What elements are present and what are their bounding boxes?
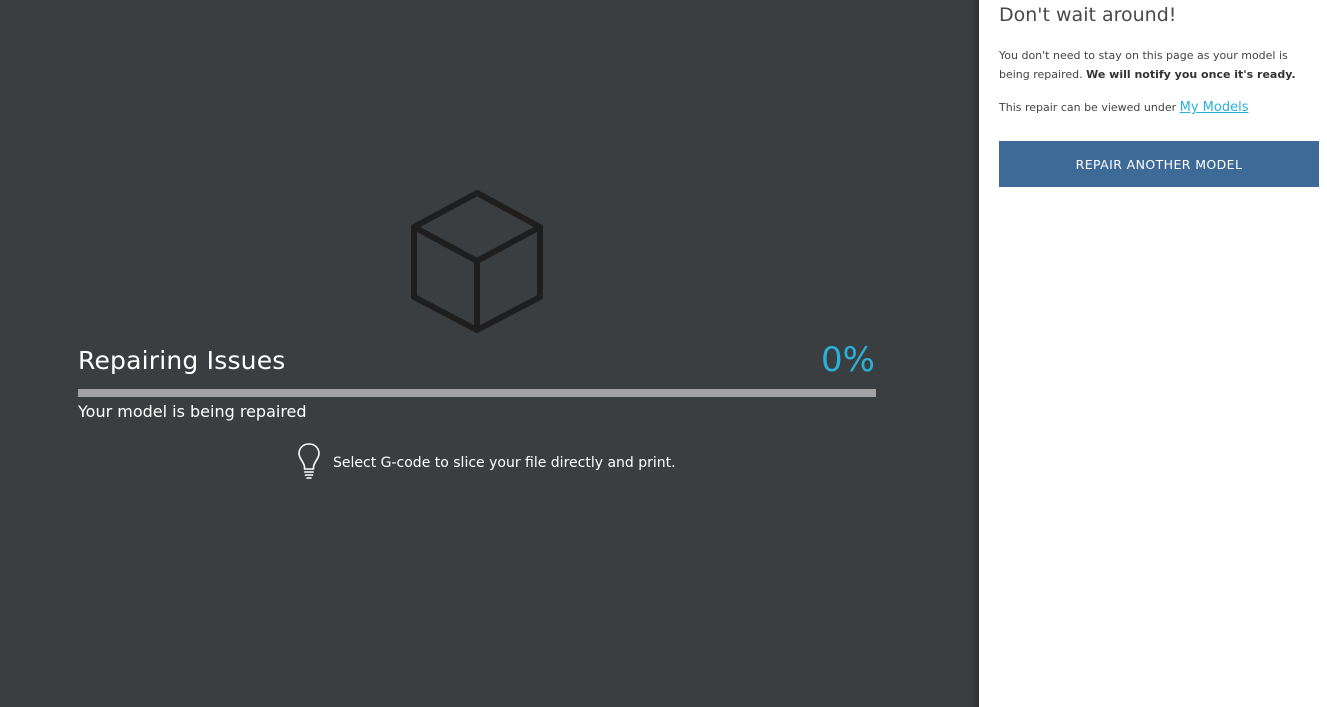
- tip: Select G-code to slice your file directl…: [297, 441, 676, 481]
- progress-title: Repairing Issues: [78, 346, 286, 375]
- progress-subtitle: Your model is being repaired: [78, 402, 307, 421]
- repair-another-model-button[interactable]: REPAIR ANOTHER MODEL: [999, 141, 1319, 187]
- sidebar-view-prefix: This repair can be viewed under: [999, 101, 1177, 114]
- app-root: Repairing Issues 0% Your model is being …: [0, 0, 1327, 707]
- sidebar-heading: Don't wait around!: [999, 4, 1177, 26]
- lightbulb-icon: [298, 443, 320, 479]
- cube-icon: [411, 190, 543, 333]
- progress-bar: [78, 389, 876, 397]
- repair-progress-area: Repairing Issues 0% Your model is being …: [0, 0, 979, 707]
- sidebar-notify-text: We will notify you once it's ready.: [1086, 68, 1296, 81]
- sidebar-info-paragraph: You don't need to stay on this page as y…: [999, 46, 1319, 84]
- tip-text: Select G-code to slice your file directl…: [333, 455, 676, 471]
- sidebar-panel: Don't wait around! You don't need to sta…: [979, 0, 1327, 707]
- sidebar-view-line: This repair can be viewed under My Model…: [999, 100, 1248, 115]
- my-models-link[interactable]: My Models: [1180, 100, 1249, 115]
- progress-percent: 0%: [821, 340, 875, 380]
